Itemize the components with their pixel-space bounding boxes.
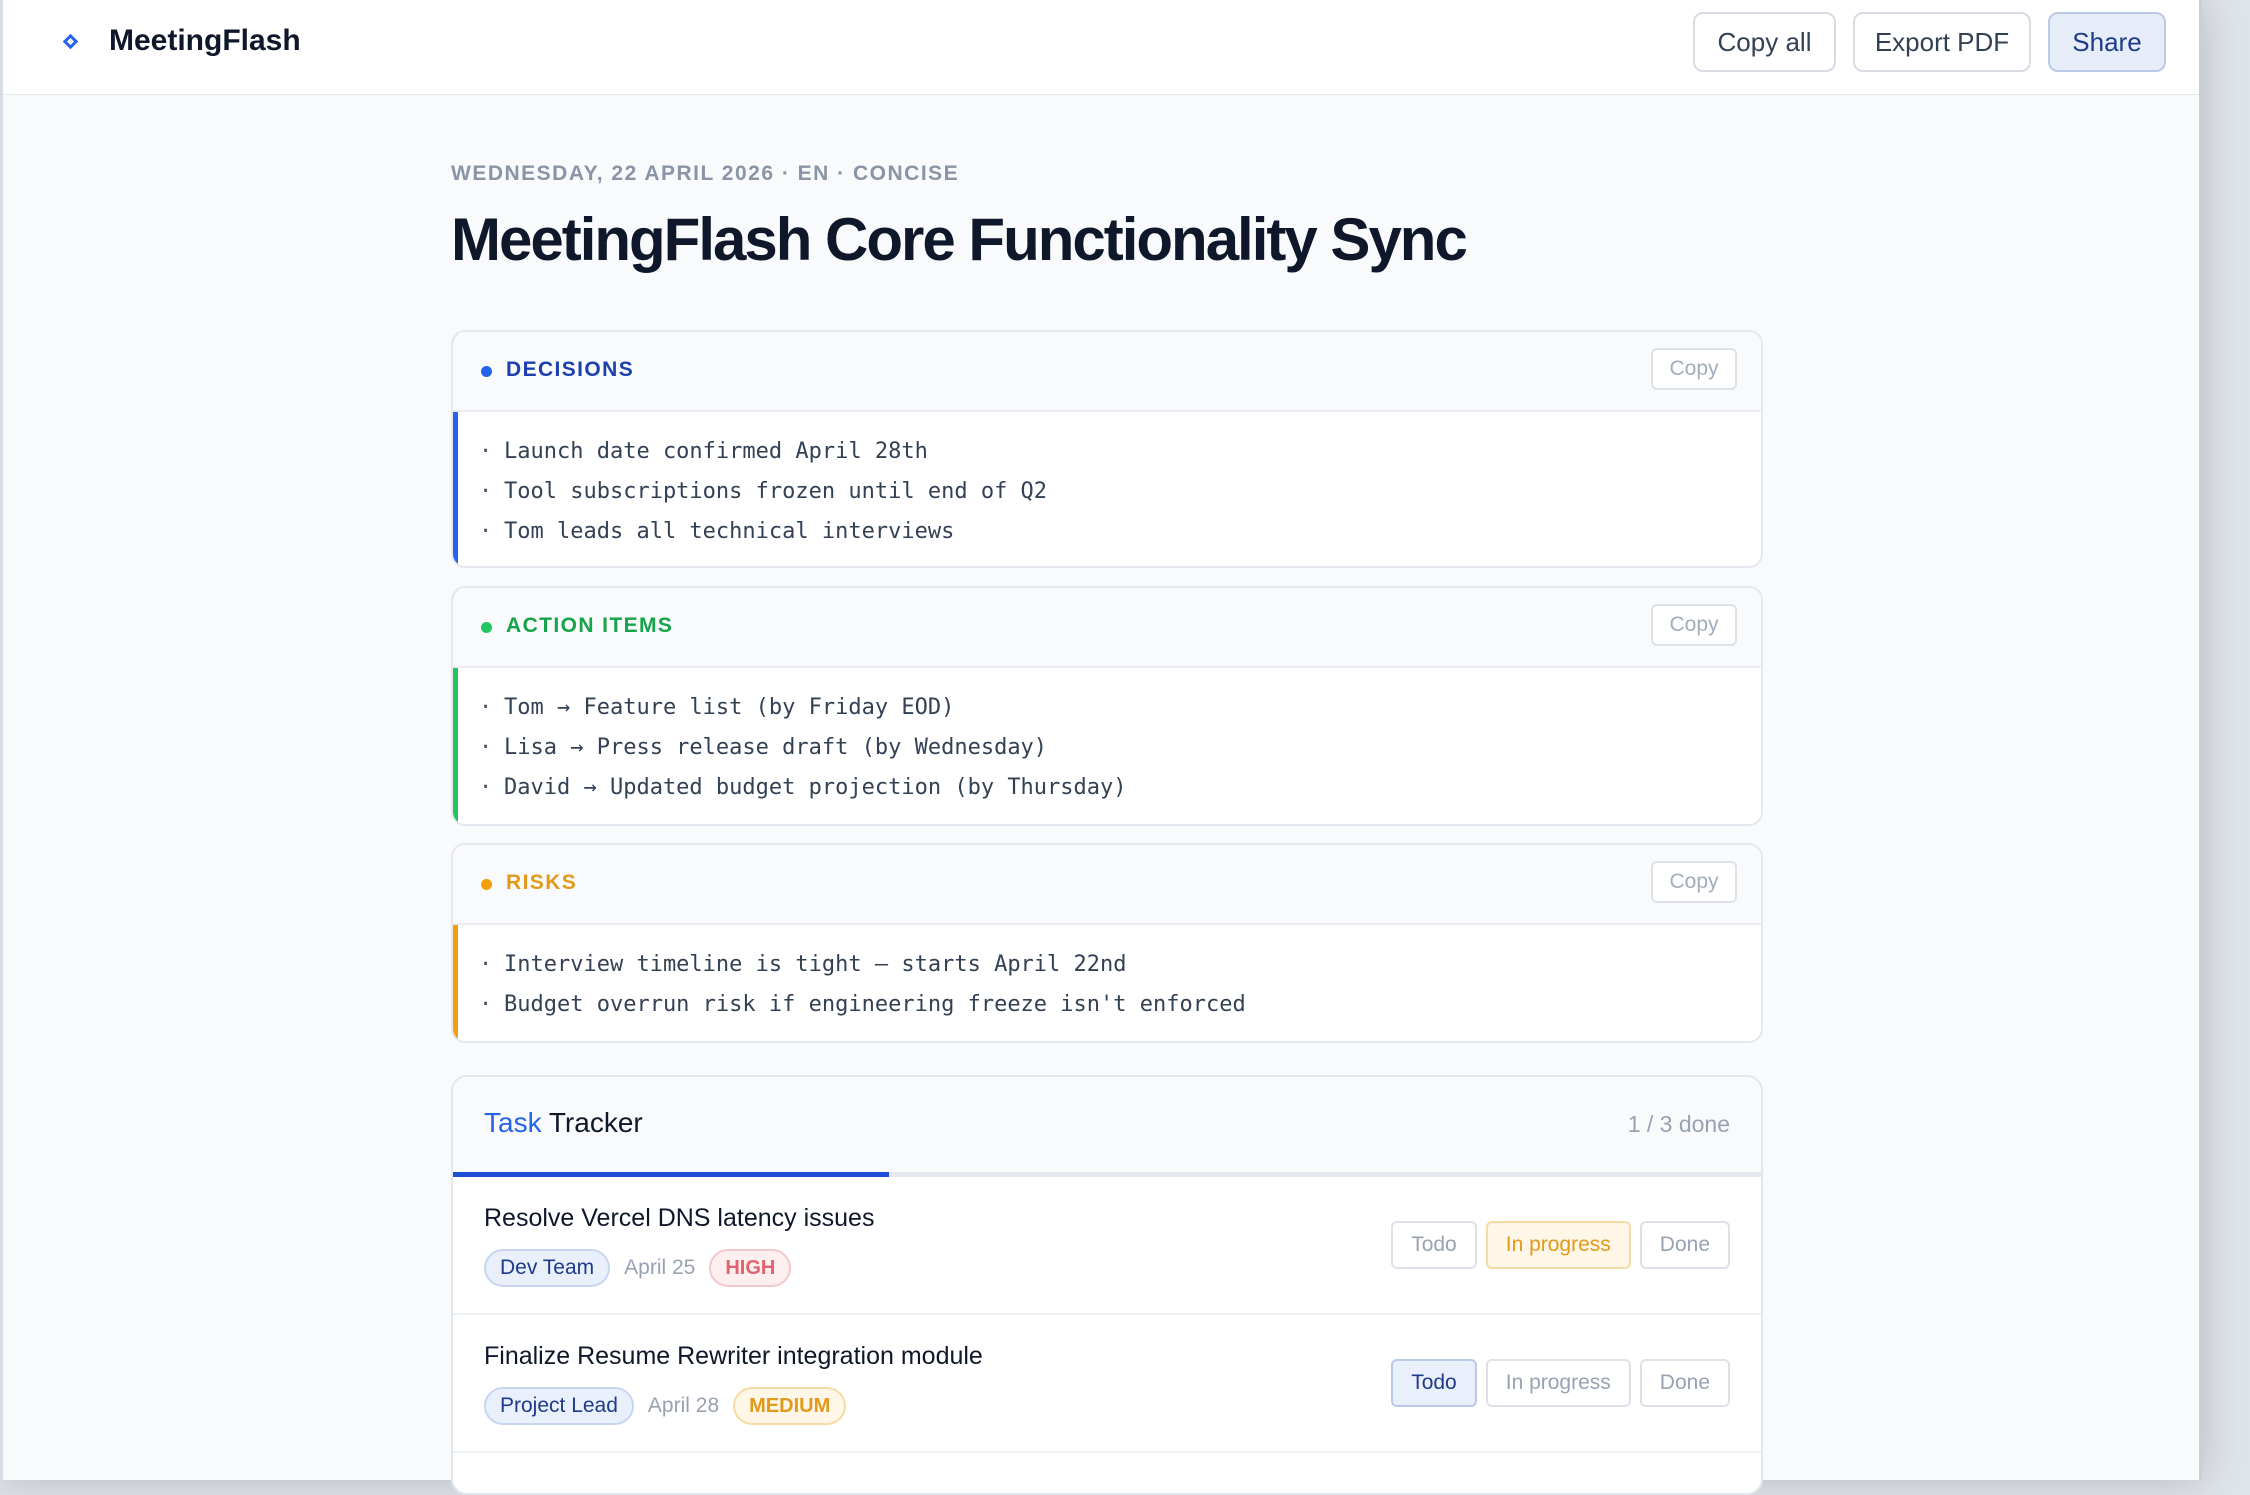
bullet-icon: · — [479, 695, 493, 720]
bullet-icon: · — [479, 775, 493, 800]
section-header: DECISIONS Copy — [453, 332, 1761, 412]
task-meta: Dev Team April 25 HIGH — [484, 1249, 792, 1287]
list-item: · David → Updated budget projection (by T… — [453, 768, 1761, 808]
section-label: DECISIONS — [506, 358, 635, 381]
priority-badge: MEDIUM — [733, 1387, 847, 1425]
risks-list: · Interview timeline is tight — starts Ap… — [453, 925, 1761, 1025]
task-row: Resolve Vercel DNS latency issues Dev Te… — [453, 1177, 1761, 1315]
task-tracker-header: Task Tracker 1 / 3 done — [453, 1077, 1761, 1172]
owner-badge: Dev Team — [484, 1249, 611, 1287]
task-done-count: 1 / 3 done — [1627, 1111, 1730, 1137]
task-tracker-title: Task Tracker — [484, 1107, 643, 1139]
action-items-list: · Tom → Feature list (by Friday EOD) · Lis… — [453, 668, 1761, 808]
bullet-icon: · — [479, 952, 493, 977]
priority-badge: HIGH — [709, 1249, 792, 1287]
status-todo-button[interactable]: Todo — [1391, 1359, 1477, 1407]
meeting-dateline: WEDNESDAY, 22 APRIL 2026 · EN · CONCISE — [451, 162, 960, 185]
title-rest: Tracker — [548, 1107, 643, 1138]
list-item-text: Interview timeline is tight — starts Apr… — [504, 952, 1127, 977]
top-bar: MeetingFlash Copy all Export PDF Share — [3, 0, 2199, 95]
list-item-text: Tom leads all technical interviews — [504, 519, 955, 544]
status-in-progress-button[interactable]: In progress — [1485, 1359, 1631, 1407]
list-item-text: Tom → Feature list (by Friday EOD) — [504, 695, 955, 720]
list-item: · Interview timeline is tight — starts Ap… — [453, 945, 1761, 985]
list-item-text: Budget overrun risk if engineering freez… — [504, 992, 1246, 1017]
app-window: MeetingFlash Copy all Export PDF Share W… — [0, 0, 2202, 1495]
copy-action-items-button[interactable]: Copy — [1651, 604, 1737, 646]
task-name: Resolve Vercel DNS latency issues — [484, 1204, 875, 1232]
due-date: April 25 — [624, 1256, 696, 1279]
list-item: · Tool subscriptions frozen until end of … — [453, 472, 1761, 512]
share-button[interactable]: Share — [2048, 12, 2166, 72]
section-header: RISKS Copy — [453, 845, 1761, 925]
copy-risks-button[interactable]: Copy — [1651, 861, 1737, 903]
status-selector: Todo In progress Done — [1391, 1359, 1730, 1407]
status-done-button[interactable]: Done — [1639, 1359, 1730, 1407]
risks-section: RISKS Copy · Interview timeline is tight … — [451, 843, 1763, 1043]
list-item: · Launch date confirmed April 28th — [453, 432, 1761, 472]
section-label: RISKS — [506, 871, 578, 894]
bullet-icon: · — [479, 992, 493, 1017]
task-row: Finalize Resume Rewriter integration mod… — [453, 1315, 1761, 1453]
copy-decisions-button[interactable]: Copy — [1651, 348, 1737, 390]
owner-badge: Project Lead — [484, 1387, 634, 1425]
list-item: · Tom → Feature list (by Friday EOD) — [453, 688, 1761, 728]
list-item: · Budget overrun risk if engineering free… — [453, 985, 1761, 1025]
bullet-icon: · — [479, 439, 493, 464]
section-dot-icon — [481, 622, 492, 633]
status-in-progress-button[interactable]: In progress — [1485, 1221, 1631, 1269]
bullet-icon: · — [479, 519, 493, 544]
decisions-list: · Launch date confirmed April 28th · Tool … — [453, 412, 1761, 552]
page-title: MeetingFlash Core Functionality Sync — [451, 206, 1468, 273]
list-item-text: Launch date confirmed April 28th — [504, 439, 928, 464]
bullet-icon: · — [479, 735, 493, 760]
list-item: · Lisa → Press release draft (by Wednesda… — [453, 728, 1761, 768]
status-done-button[interactable]: Done — [1639, 1221, 1730, 1269]
list-item-text: Lisa → Press release draft (by Wednesday… — [504, 735, 1048, 760]
export-pdf-button[interactable]: Export PDF — [1853, 12, 2031, 72]
section-dot-icon — [481, 879, 492, 890]
copy-all-button[interactable]: Copy all — [1693, 12, 1836, 72]
task-name: Finalize Resume Rewriter integration mod… — [484, 1342, 983, 1370]
title-accent: Task — [484, 1107, 542, 1138]
decisions-section: DECISIONS Copy · Launch date confirmed Ap… — [451, 330, 1763, 568]
due-date: April 28 — [647, 1394, 720, 1417]
status-todo-button[interactable]: Todo — [1391, 1221, 1477, 1269]
task-meta: Project Lead April 28 MEDIUM — [484, 1387, 847, 1425]
section-label: ACTION ITEMS — [506, 614, 674, 637]
list-item: · Tom leads all technical interviews — [453, 512, 1761, 552]
bullet-icon: · — [479, 479, 493, 504]
status-selector: Todo In progress Done — [1391, 1221, 1730, 1269]
section-dot-icon — [481, 366, 492, 377]
action-items-section: ACTION ITEMS Copy · Tom → Feature list (b… — [451, 586, 1763, 826]
task-tracker: Task Tracker 1 / 3 done Resolve Vercel D… — [451, 1075, 1763, 1495]
list-item-text: Tool subscriptions frozen until end of Q… — [504, 479, 1048, 504]
list-item-text: David → Updated budget projection (by Th… — [504, 775, 1127, 800]
logo-icon — [59, 30, 81, 52]
brand-name: MeetingFlash — [109, 24, 301, 57]
section-header: ACTION ITEMS Copy — [453, 588, 1761, 668]
